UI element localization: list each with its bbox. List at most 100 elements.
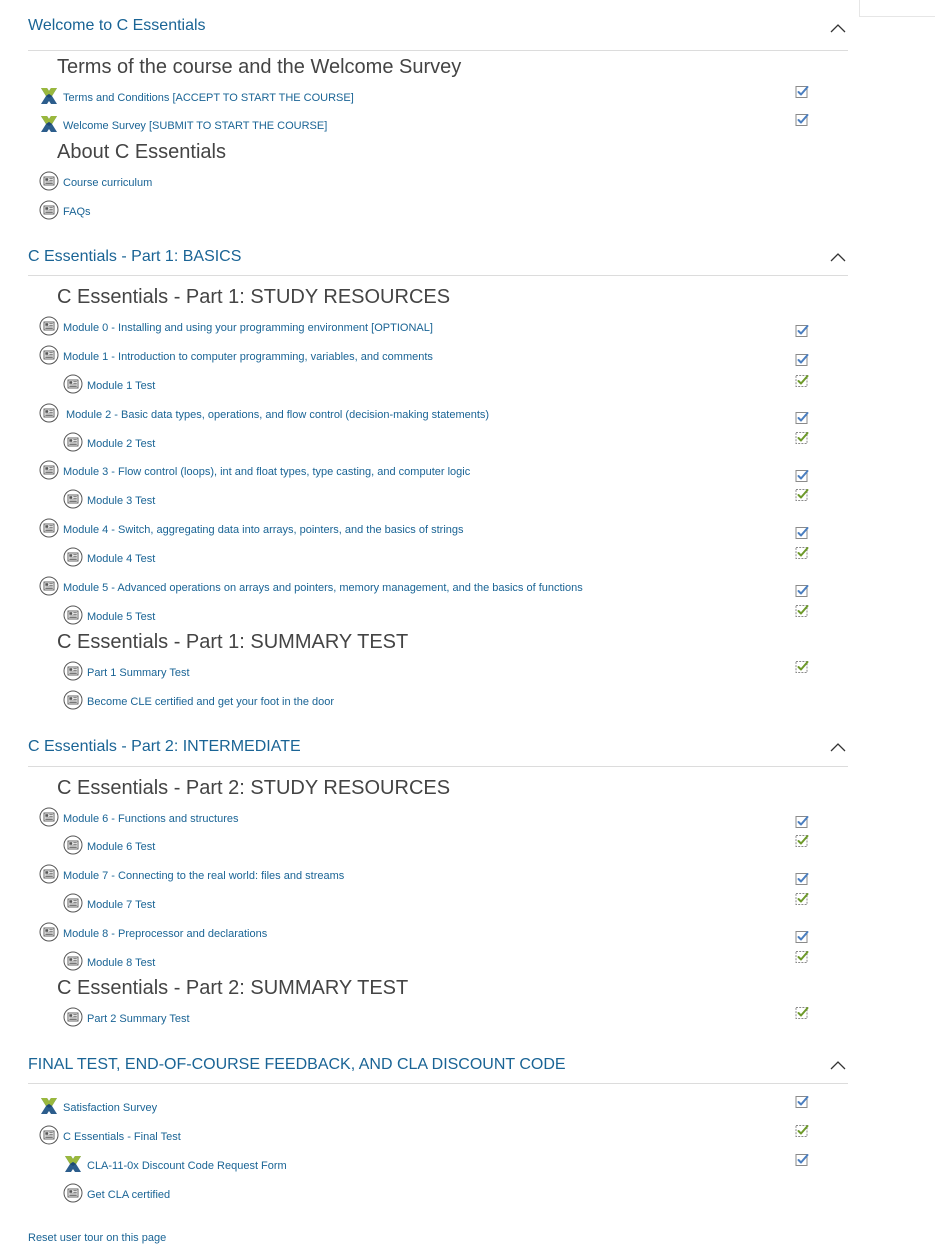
completion-manual-done-icon[interactable] bbox=[795, 324, 809, 338]
section-header: C Essentials - Part 1: BASICS bbox=[28, 241, 848, 276]
completion-auto-pass-icon bbox=[795, 1006, 809, 1020]
completion-manual-done-icon[interactable] bbox=[795, 815, 809, 829]
page-icon bbox=[39, 200, 59, 220]
subsection-heading: C Essentials - Part 1: STUDY RESOURCES bbox=[57, 286, 451, 308]
activity-link[interactable]: Module 6 Test bbox=[87, 841, 155, 853]
completion-auto-pass-icon bbox=[795, 1124, 809, 1138]
completion-manual-done-icon[interactable] bbox=[795, 353, 809, 367]
collapse-chevron-icon[interactable] bbox=[830, 742, 846, 752]
activity-link[interactable]: Module 4 Test bbox=[87, 553, 155, 565]
page-icon bbox=[39, 460, 59, 480]
activity-link[interactable]: Module 2 - Basic data types, operations,… bbox=[66, 409, 489, 421]
activity-link[interactable]: C Essentials - Final Test bbox=[63, 1131, 181, 1143]
activity-link[interactable]: Module 3 - Flow control (loops), int and… bbox=[63, 466, 470, 478]
activity-link[interactable]: Module 5 - Advanced operations on arrays… bbox=[63, 582, 583, 594]
activity-link[interactable]: Module 0 - Installing and using your pro… bbox=[63, 322, 433, 334]
section-title[interactable]: C Essentials - Part 2: INTERMEDIATE bbox=[28, 738, 301, 756]
completion-auto-pass-icon bbox=[795, 431, 809, 445]
activity-link[interactable]: Module 3 Test bbox=[87, 495, 155, 507]
page-icon bbox=[39, 518, 59, 538]
section-title[interactable]: C Essentials - Part 1: BASICS bbox=[28, 248, 241, 266]
completion-manual-done-icon[interactable] bbox=[795, 411, 809, 425]
page-icon bbox=[39, 576, 59, 596]
reset-user-tour-link[interactable]: Reset user tour on this page bbox=[28, 1232, 166, 1244]
page-icon bbox=[39, 807, 59, 827]
page-icon bbox=[63, 893, 83, 913]
page-icon bbox=[39, 922, 59, 942]
page-icon bbox=[39, 864, 59, 884]
section-part1-basics: C Essentials - Part 1: BASICS bbox=[28, 241, 848, 276]
completion-manual-done-icon[interactable] bbox=[795, 85, 809, 99]
completion-manual-done-icon[interactable] bbox=[795, 584, 809, 598]
completion-manual-done-icon[interactable] bbox=[795, 872, 809, 886]
section-header: Welcome to C Essentials bbox=[28, 10, 848, 51]
feedback-icon bbox=[39, 1096, 59, 1116]
section-part2-intermediate: C Essentials - Part 2: INTERMEDIATE bbox=[28, 731, 848, 767]
completion-auto-pass-icon bbox=[795, 488, 809, 502]
activity-link[interactable]: Get CLA certified bbox=[87, 1189, 170, 1201]
completion-auto-pass-icon bbox=[795, 950, 809, 964]
page-icon bbox=[63, 547, 83, 567]
activity-link[interactable]: Welcome Survey [SUBMIT TO START THE COUR… bbox=[63, 120, 327, 132]
activity-link[interactable]: Module 1 Test bbox=[87, 380, 155, 392]
activity-link[interactable]: Module 4 - Switch, aggregating data into… bbox=[63, 524, 464, 536]
completion-manual-done-icon[interactable] bbox=[795, 1153, 809, 1167]
completion-auto-pass-icon bbox=[795, 374, 809, 388]
section-title[interactable]: FINAL TEST, END-OF-COURSE FEEDBACK, AND … bbox=[28, 1056, 566, 1074]
section-header: FINAL TEST, END-OF-COURSE FEEDBACK, AND … bbox=[28, 1049, 848, 1084]
activity-link[interactable]: Terms and Conditions [ACCEPT TO START TH… bbox=[63, 92, 354, 104]
page-icon bbox=[39, 171, 59, 191]
collapse-chevron-icon[interactable] bbox=[830, 252, 846, 262]
page-icon bbox=[63, 690, 83, 710]
completion-manual-done-icon[interactable] bbox=[795, 526, 809, 540]
subsection-heading: C Essentials - Part 1: SUMMARY TEST bbox=[57, 631, 409, 653]
activity-link[interactable]: Module 6 - Functions and structures bbox=[63, 813, 238, 825]
page-icon bbox=[63, 489, 83, 509]
page-icon bbox=[63, 835, 83, 855]
activity-link[interactable]: Module 7 - Connecting to the real world:… bbox=[63, 870, 344, 882]
page-icon bbox=[63, 374, 83, 394]
completion-auto-pass-icon bbox=[795, 892, 809, 906]
completion-manual-done-icon[interactable] bbox=[795, 469, 809, 483]
activity-link[interactable]: FAQs bbox=[63, 206, 91, 218]
completion-manual-done-icon[interactable] bbox=[795, 1095, 809, 1109]
completion-manual-done-icon[interactable] bbox=[795, 113, 809, 127]
completion-auto-pass-icon bbox=[795, 660, 809, 674]
completion-auto-pass-icon bbox=[795, 546, 809, 560]
activity-link[interactable]: Module 1 - Introduction to computer prog… bbox=[63, 351, 433, 363]
top-right-corner-box bbox=[859, 0, 935, 17]
activity-link[interactable]: CLA-11-0x Discount Code Request Form bbox=[87, 1160, 287, 1172]
subsection-heading: C Essentials - Part 2: STUDY RESOURCES bbox=[57, 777, 451, 799]
activity-link[interactable]: Become CLE certified and get your foot i… bbox=[87, 696, 334, 708]
activity-link[interactable]: Module 7 Test bbox=[87, 899, 155, 911]
page-icon bbox=[63, 432, 83, 452]
subsection-heading: C Essentials - Part 2: SUMMARY TEST bbox=[57, 977, 409, 999]
activity-link[interactable]: Part 1 Summary Test bbox=[87, 667, 190, 679]
completion-auto-pass-icon bbox=[795, 834, 809, 848]
collapse-chevron-icon[interactable] bbox=[830, 1060, 846, 1070]
page-icon bbox=[39, 403, 59, 423]
subsection-heading: About C Essentials bbox=[57, 141, 226, 163]
completion-manual-done-icon[interactable] bbox=[795, 930, 809, 944]
feedback-icon bbox=[39, 86, 59, 106]
page-icon bbox=[63, 605, 83, 625]
activity-link[interactable]: Module 2 Test bbox=[87, 438, 155, 450]
subsection-heading: Terms of the course and the Welcome Surv… bbox=[57, 56, 462, 78]
activity-link[interactable]: Module 5 Test bbox=[87, 611, 155, 623]
activity-link[interactable]: Course curriculum bbox=[63, 177, 152, 189]
page-icon bbox=[63, 1183, 83, 1203]
section-welcome: Welcome to C Essentials bbox=[28, 10, 848, 51]
page-icon bbox=[39, 1125, 59, 1145]
activity-link[interactable]: Module 8 Test bbox=[87, 957, 155, 969]
activity-link[interactable]: Part 2 Summary Test bbox=[87, 1013, 190, 1025]
activity-link[interactable]: Module 8 - Preprocessor and declarations bbox=[63, 928, 267, 940]
page-icon bbox=[63, 1007, 83, 1027]
feedback-icon bbox=[39, 114, 59, 134]
section-final-test: FINAL TEST, END-OF-COURSE FEEDBACK, AND … bbox=[28, 1049, 848, 1084]
collapse-chevron-icon[interactable] bbox=[830, 23, 846, 33]
feedback-icon bbox=[63, 1154, 83, 1174]
activity-link[interactable]: Satisfaction Survey bbox=[63, 1102, 157, 1114]
completion-auto-pass-icon bbox=[795, 604, 809, 618]
section-title[interactable]: Welcome to C Essentials bbox=[28, 17, 206, 35]
page-icon bbox=[39, 316, 59, 336]
